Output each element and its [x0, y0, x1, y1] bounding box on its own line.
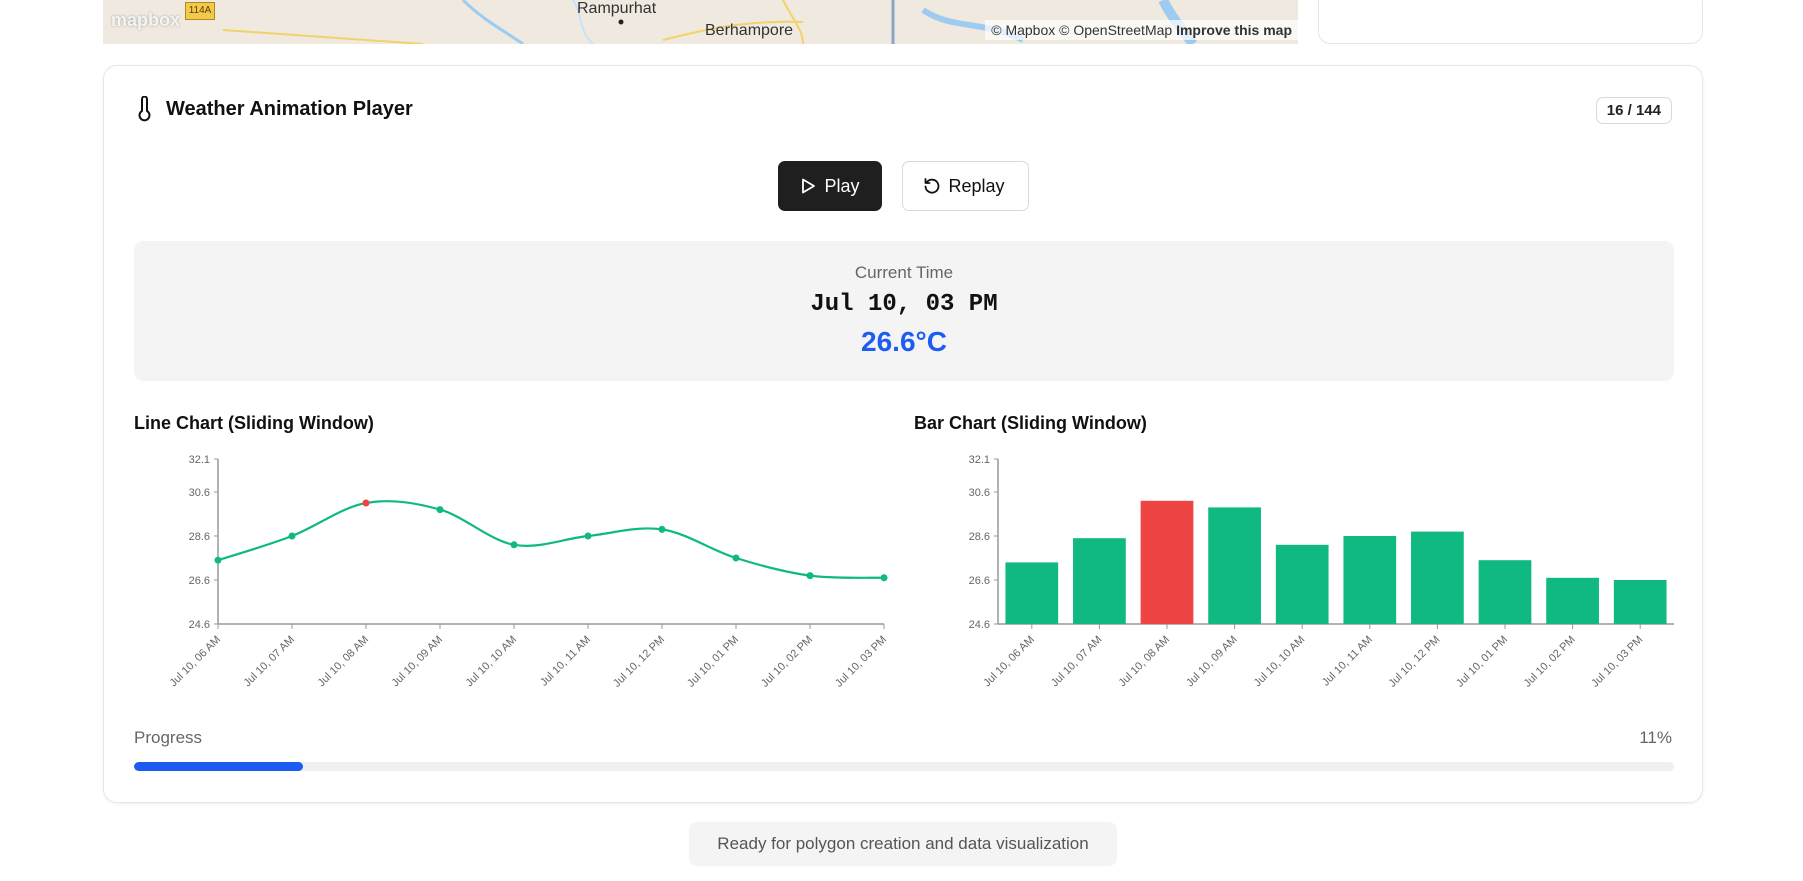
status-message: Ready for polygon creation and data visu… [689, 822, 1117, 866]
x-tick-label: Jul 10, 07 AM [1049, 634, 1105, 690]
y-tick-label: 30.6 [189, 487, 210, 499]
x-tick-label: Jul 10, 06 AM [168, 634, 224, 690]
line-point [288, 532, 296, 540]
map-place-label: Rampurhat [577, 0, 657, 17]
card-header: Weather Animation Player [134, 96, 413, 122]
mapbox-logo[interactable]: mapbox [111, 10, 180, 31]
map-view[interactable]: 114A mapbox Rampurhat Berhampore © Mapbo… [103, 0, 1298, 44]
x-tick-label: Jul 10, 07 AM [242, 634, 298, 690]
x-tick-label: Jul 10, 08 AM [1117, 634, 1173, 690]
bar [1613, 580, 1667, 624]
y-tick-label: 28.6 [969, 531, 990, 543]
bar [1140, 500, 1194, 624]
bar [1005, 562, 1059, 624]
play-button[interactable]: Play [777, 161, 882, 211]
x-tick-label: Jul 10, 02 PM [759, 634, 815, 690]
y-tick-label: 30.6 [969, 487, 990, 499]
bar [1411, 531, 1464, 624]
line-point [584, 532, 592, 540]
x-tick-label: Jul 10, 03 PM [833, 634, 889, 690]
x-tick-label: Jul 10, 08 AM [316, 634, 372, 690]
play-icon [801, 178, 815, 194]
line-series [217, 500, 885, 579]
bar [1478, 560, 1532, 624]
x-tick-label: Jul 10, 10 AM [464, 634, 520, 690]
side-panel-card [1318, 0, 1703, 44]
replay-icon [924, 178, 939, 194]
line-point [436, 506, 444, 514]
x-tick-label: Jul 10, 01 PM [1454, 634, 1510, 690]
road-shield: 114A [185, 2, 215, 20]
map-place-label: Berhampore [705, 22, 794, 39]
x-tick-label: Jul 10, 11 AM [538, 634, 593, 689]
current-temperature: 26.6°C [861, 326, 947, 357]
replay-label: Replay [948, 175, 1005, 196]
progress-bar [134, 762, 1674, 771]
x-tick-label: Jul 10, 01 PM [685, 634, 741, 690]
y-tick-label: 26.6 [969, 575, 990, 587]
line-point [362, 499, 370, 507]
line-chart: 24.6 26.6 28.6 30.6 32.1 Jul 10, 06 AM Jul 10,… [168, 454, 890, 690]
x-tick-label: Jul 10, 12 PM [611, 634, 667, 690]
bar [1208, 507, 1261, 624]
thermometer-icon [138, 96, 151, 122]
line-point [510, 541, 518, 549]
bar-chart-title: Bar Chart (Sliding Window) [914, 413, 1147, 433]
playback-controls: Play Replay [104, 161, 1702, 211]
x-tick-label: Jul 10, 03 PM [1589, 634, 1645, 690]
improve-map-link[interactable]: Improve this map [1176, 22, 1292, 38]
x-tick-label: Jul 10, 12 PM [1386, 634, 1442, 690]
line-chart-title: Line Chart (Sliding Window) [134, 413, 374, 433]
current-time-label: Current Time [854, 263, 954, 282]
x-tick-label: Jul 10, 09 AM [390, 634, 446, 690]
bar [1073, 538, 1126, 624]
card-title: Weather Animation Player [166, 97, 413, 120]
x-tick-label: Jul 10, 11 AM [1320, 634, 1375, 689]
frame-counter-badge: 16 / 144 [1595, 97, 1672, 124]
line-point [880, 574, 888, 582]
bar [1343, 536, 1397, 624]
y-tick-label: 24.6 [969, 619, 990, 631]
bar-chart: 24.626.628.630.632.1Jul 10, 06 AM Jul 10,… [969, 454, 1674, 690]
attribution-text[interactable]: © Mapbox © OpenStreetMap [991, 22, 1172, 38]
line-point [732, 554, 740, 562]
bar [1275, 544, 1329, 624]
y-tick-label: 28.6 [189, 531, 210, 543]
y-tick-label: 26.6 [189, 575, 210, 587]
y-tick-label: 32.1 [969, 454, 990, 466]
replay-button[interactable]: Replay [901, 161, 1029, 211]
current-time-value: Jul 10, 03 PM [810, 291, 998, 318]
current-time-panel: Current Time Jul 10, 03 PM 26.6°C [134, 241, 1674, 381]
x-tick-label: Jul 10, 09 AM [1184, 634, 1240, 690]
map-attribution: © Mapbox © OpenStreetMap Improve this ma… [985, 20, 1298, 40]
x-tick-label: Jul 10, 10 AM [1252, 634, 1308, 690]
progress-percent: 11% [1639, 728, 1672, 747]
y-tick-label: 24.6 [189, 619, 210, 631]
progress-fill [134, 762, 304, 771]
y-tick-label: 32.1 [189, 454, 210, 466]
x-tick-label: Jul 10, 06 AM [981, 634, 1037, 690]
line-point [658, 525, 666, 533]
weather-player-card: Weather Animation Player 16 / 144 Play R… [103, 65, 1703, 803]
bar [1546, 577, 1599, 624]
play-label: Play [824, 175, 860, 196]
x-tick-label: Jul 10, 02 PM [1522, 634, 1578, 690]
line-point [214, 556, 222, 564]
progress-label: Progress [134, 728, 203, 747]
line-point [806, 572, 814, 580]
